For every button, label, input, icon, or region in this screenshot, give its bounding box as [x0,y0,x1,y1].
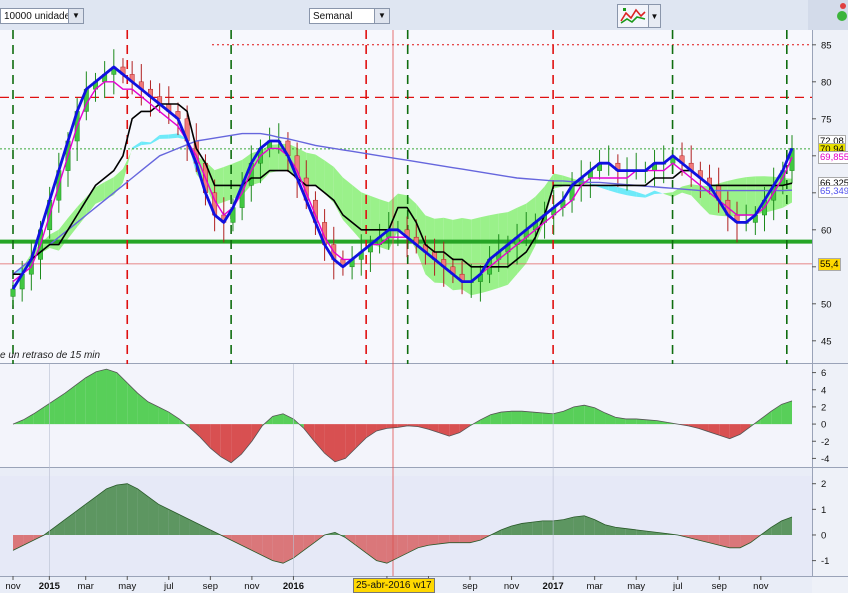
oscillator2-axis-label: 1 [821,505,826,516]
cloud-segment [397,193,408,234]
x-axis-label: 2017 [543,581,564,592]
toolbar-right-panel [808,0,848,30]
oscillator1-area [573,405,585,425]
period-select-value: Semanal [313,11,353,22]
oscillator1-axis-label: -2 [821,437,829,448]
delay-notice: e un retraso de 15 min [0,350,101,361]
x-axis-label: mar [78,581,94,592]
oscillator2-area [428,534,439,546]
cloud-segment [462,217,472,296]
price-chart-area[interactable]: 455055606570758085-4-20246-1012nov2015ma… [0,30,848,593]
units-select[interactable]: 10000 unidades ▼ [0,8,84,24]
price-axis-label: 60 [821,225,832,236]
oscillator1-area [532,412,543,425]
oscillator1-area [334,424,346,462]
oscillator2-area [376,534,387,564]
oscillator2-area [573,515,585,535]
oscillator1-axis-label: 0 [821,420,826,431]
x-axis-label: mar [586,581,602,592]
oscillator2-area [459,534,471,543]
oscillator1-area [584,405,595,425]
price-tag: 55,4 [818,258,841,272]
chart-menu-dropdown[interactable]: ▼ [649,4,661,28]
oscillator1-area [501,411,512,425]
oscillator1-area [511,411,522,425]
x-axis-label: may [627,581,645,592]
candle-body [10,288,16,297]
oscillator2-area [272,534,284,564]
cloud-segment [434,217,444,284]
cloud-segment [159,134,169,139]
oscillator2-area [532,520,543,535]
price-axis-label: 75 [821,114,832,125]
period-select[interactable]: Semanal ▼ [309,8,390,24]
price-tag: 65,349 [818,184,848,198]
x-axis-label: jul [163,581,174,592]
oscillator2-axis-label: 2 [821,479,826,490]
price-axis-label: 80 [821,77,832,88]
cloud-segment [471,217,481,296]
oscillator2-area [127,483,138,535]
units-select-value: 10000 unidades [4,11,76,22]
x-axis-label: nov [753,581,769,592]
x-axis-label: 2016 [283,581,304,592]
x-axis-label: nov [244,581,260,592]
oscillator1-axis-label: 2 [821,402,826,413]
oscillator2-area [106,484,117,535]
chevron-down-icon[interactable]: ▼ [374,9,389,23]
x-axis-label: 2015 [39,581,61,592]
oscillator2-area [521,522,533,535]
oscillator1-area [781,400,792,425]
x-axis-label: may [118,581,136,592]
oscillator1-area [106,369,117,425]
oscillator1-area [220,424,232,463]
price-axis-label: 50 [821,299,832,310]
price-axis-label: 45 [821,336,832,347]
x-axis-label: nov [5,581,21,592]
oscillator1-area [542,412,554,425]
oscillator2-axis-label: 0 [821,530,826,541]
x-axis-label: sep [712,581,727,592]
oscillator1-area [625,418,637,425]
oscillator2-area [563,517,574,535]
x-axis-label: sep [203,581,218,592]
oscillator1-area [521,411,533,425]
chevron-down-icon[interactable]: ▼ [68,9,83,23]
oscillator1-axis-label: -4 [821,454,829,465]
oscillator2-area [729,534,741,548]
oscillator2-area [449,534,460,543]
indicator-chart-icon[interactable] [617,4,649,28]
oscillator2-axis-label: -1 [821,556,829,567]
oscillator1-axis-label: 6 [821,368,826,379]
oscillator1-area [96,369,107,425]
oscillator2-area [116,483,128,535]
x-axis-label: nov [504,581,520,592]
oscillator1-area [85,371,97,425]
cloud-segment [737,177,747,217]
oscillator2-area [553,519,564,535]
x-axis-label: jul [672,581,683,592]
crosshair-date-tag: 25-abr-2016 w17 [353,578,435,593]
cloud-segment [746,176,756,216]
oscillator1-axis-label: 4 [821,385,826,396]
x-axis-label: sep [462,581,477,592]
oscillator2-area [542,520,554,535]
price-tag: 69,855 [818,151,848,165]
toolbar: 10000 unidades ▼ Semanal ▼ ▼ [0,0,848,31]
price-axis-label: 85 [821,40,832,51]
